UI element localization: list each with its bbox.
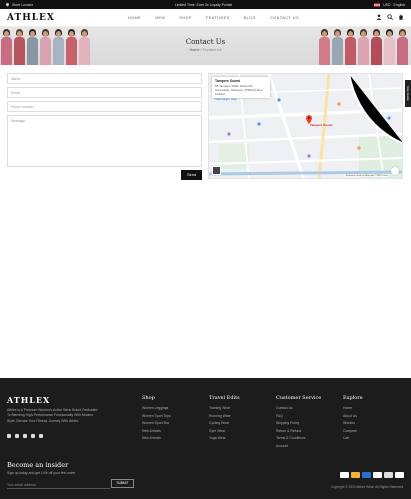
paypal-icon [373, 472, 382, 478]
cart-icon[interactable] [398, 14, 404, 20]
breadcrumb: Home / Contact Us [0, 48, 411, 52]
footer-link[interactable]: Training Wear [209, 406, 240, 414]
footer-link[interactable]: Home [343, 406, 363, 414]
map-place-name: Tampere Suomi [215, 79, 241, 83]
footer-link[interactable]: Terms & Conditions [276, 436, 321, 444]
location-map[interactable]: Tampere Suomi 65 Tampere Pikku Kierto Rd… [208, 73, 403, 179]
nav-shop[interactable]: SHOP [179, 16, 192, 20]
site-footer: ATHLEX Athlex Is A Premium Women's Activ… [0, 378, 411, 499]
map-pin-label: Tampere Suomi [310, 123, 333, 127]
side-tab[interactable]: Size Guide [405, 80, 411, 107]
gpay-icon [395, 472, 404, 478]
footer-col-title: Customer Service [276, 395, 322, 401]
store-locator[interactable]: Store Locator [5, 2, 33, 7]
footer-link[interactable]: Cart [343, 436, 363, 444]
footer-link[interactable]: Account [276, 444, 321, 452]
footer-col-title: Shop [142, 395, 155, 401]
youtube-icon[interactable] [39, 434, 43, 438]
footer-col-shop: Shop Women Leggings Women Sport Tops Wom… [142, 395, 171, 444]
footer-col-title: Explore [343, 395, 363, 401]
instagram-icon[interactable] [31, 434, 35, 438]
store-locator-label[interactable]: Store Locator [12, 3, 33, 7]
footer-link[interactable]: Women Leggings [142, 406, 171, 414]
payment-methods [340, 472, 404, 478]
site-logo[interactable]: ATHLEX [7, 13, 55, 23]
footer-link[interactable]: Cycling Wear [209, 421, 240, 429]
footer-link[interactable]: Women Sport Bra [142, 421, 171, 429]
map-copyright: Keyboard shortcuts Map data ©2024 Terms [344, 175, 389, 177]
map-satellite-toggle[interactable] [212, 166, 221, 175]
send-button[interactable]: Send [181, 170, 202, 180]
copyright-text: Copyright © 2024 Athlex Wear. All Rights… [330, 485, 404, 489]
banner-models-left [0, 27, 91, 65]
map-info-card: Tampere Suomi 65 Tampere Pikku Kierto Rd… [212, 77, 270, 101]
location-pin-icon [5, 2, 10, 7]
nav-features[interactable]: FEATURES [206, 16, 230, 20]
banner-models-right [318, 27, 409, 65]
search-icon[interactable] [387, 14, 393, 20]
page-banner: Contact Us Home / Contact Us [0, 27, 411, 65]
user-icon[interactable] [376, 14, 382, 20]
breadcrumb-home[interactable]: Home [189, 48, 199, 52]
email-field[interactable]: Email [7, 87, 202, 98]
map-address: 65 Tampere Pikku Kierto Rd, Hannaintie, … [215, 84, 263, 96]
footer-link[interactable]: New Arrivals [142, 436, 171, 444]
footer-link[interactable]: About Us [343, 414, 363, 422]
nav-blog[interactable]: BLOG [244, 16, 256, 20]
newsletter-subtitle: Sign up today and get 10% off your first… [7, 471, 76, 475]
footer-link[interactable]: Wishlist [343, 421, 363, 429]
map-zoom-control[interactable] [391, 167, 399, 175]
footer-link[interactable]: FAQ [276, 414, 321, 422]
top-announcement-bar: Store Locator Limited Time: Earn 3x Loya… [0, 0, 411, 9]
amex-icon [362, 472, 371, 478]
footer-link[interactable]: Return & Refund [276, 429, 321, 437]
main-nav: HOME NEW SHOP FEATURES BLOG CONTACT US [128, 9, 299, 27]
newsletter-title: Become an insider [7, 461, 69, 469]
breadcrumb-current: Contact Us [202, 48, 222, 52]
footer-logo[interactable]: ATHLEX [7, 395, 50, 405]
footer-col-title: Travel Edits [209, 395, 240, 401]
newsletter-submit-button[interactable]: SUBMIT [111, 479, 134, 488]
map-larger-link[interactable]: View larger map [215, 97, 267, 101]
footer-col-customer-service: Customer Service Contact Us FAQ Shipping… [276, 395, 321, 451]
currency-selector[interactable]: USD [383, 3, 390, 7]
footer-col-explore: Explore Home About Us Wishlist Compare C… [343, 395, 363, 444]
footer-link[interactable]: New Arrivals [142, 429, 171, 437]
site-header: ATHLEX HOME NEW SHOP FEATURES BLOG CONTA… [0, 9, 411, 27]
nav-home[interactable]: HOME [128, 16, 141, 20]
nav-new[interactable]: NEW [155, 16, 165, 20]
mastercard-icon [351, 472, 360, 478]
phone-field[interactable]: Phone number [7, 101, 202, 112]
footer-link[interactable]: Contact Us [276, 406, 321, 414]
footer-col-travel-edits: Travel Edits Training Wear Running Wear … [209, 395, 240, 444]
footer-link[interactable]: Gym Wear [209, 429, 240, 437]
nav-contact-us[interactable]: CONTACT US [270, 16, 299, 20]
social-links [7, 434, 43, 438]
facebook-icon[interactable] [7, 434, 11, 438]
applepay-icon [384, 472, 393, 478]
footer-link[interactable]: Women Sport Tops [142, 414, 171, 422]
pinterest-icon[interactable] [23, 434, 27, 438]
page-title: Contact Us [185, 38, 226, 46]
language-selector[interactable]: English [394, 3, 405, 7]
footer-link[interactable]: Running Wear [209, 414, 240, 422]
contact-form: Name Email Phone number Message Send [7, 73, 202, 180]
message-field[interactable]: Message [7, 115, 202, 167]
visa-icon [340, 472, 349, 478]
newsletter-email-input[interactable]: Your email address [7, 480, 110, 489]
us-flag-icon [374, 2, 381, 7]
footer-description: Athlex Is A Premium Women's Active Wear … [7, 408, 98, 423]
footer-link[interactable]: Yoga Wear [209, 436, 240, 444]
promo-text: Limited Time: Earn 3x Loyalty Points! [174, 2, 233, 7]
footer-link[interactable]: Compare [343, 429, 363, 437]
name-field[interactable]: Name [7, 73, 202, 84]
linkedin-icon[interactable] [15, 434, 19, 438]
footer-link[interactable]: Shipping Policy [276, 421, 321, 429]
